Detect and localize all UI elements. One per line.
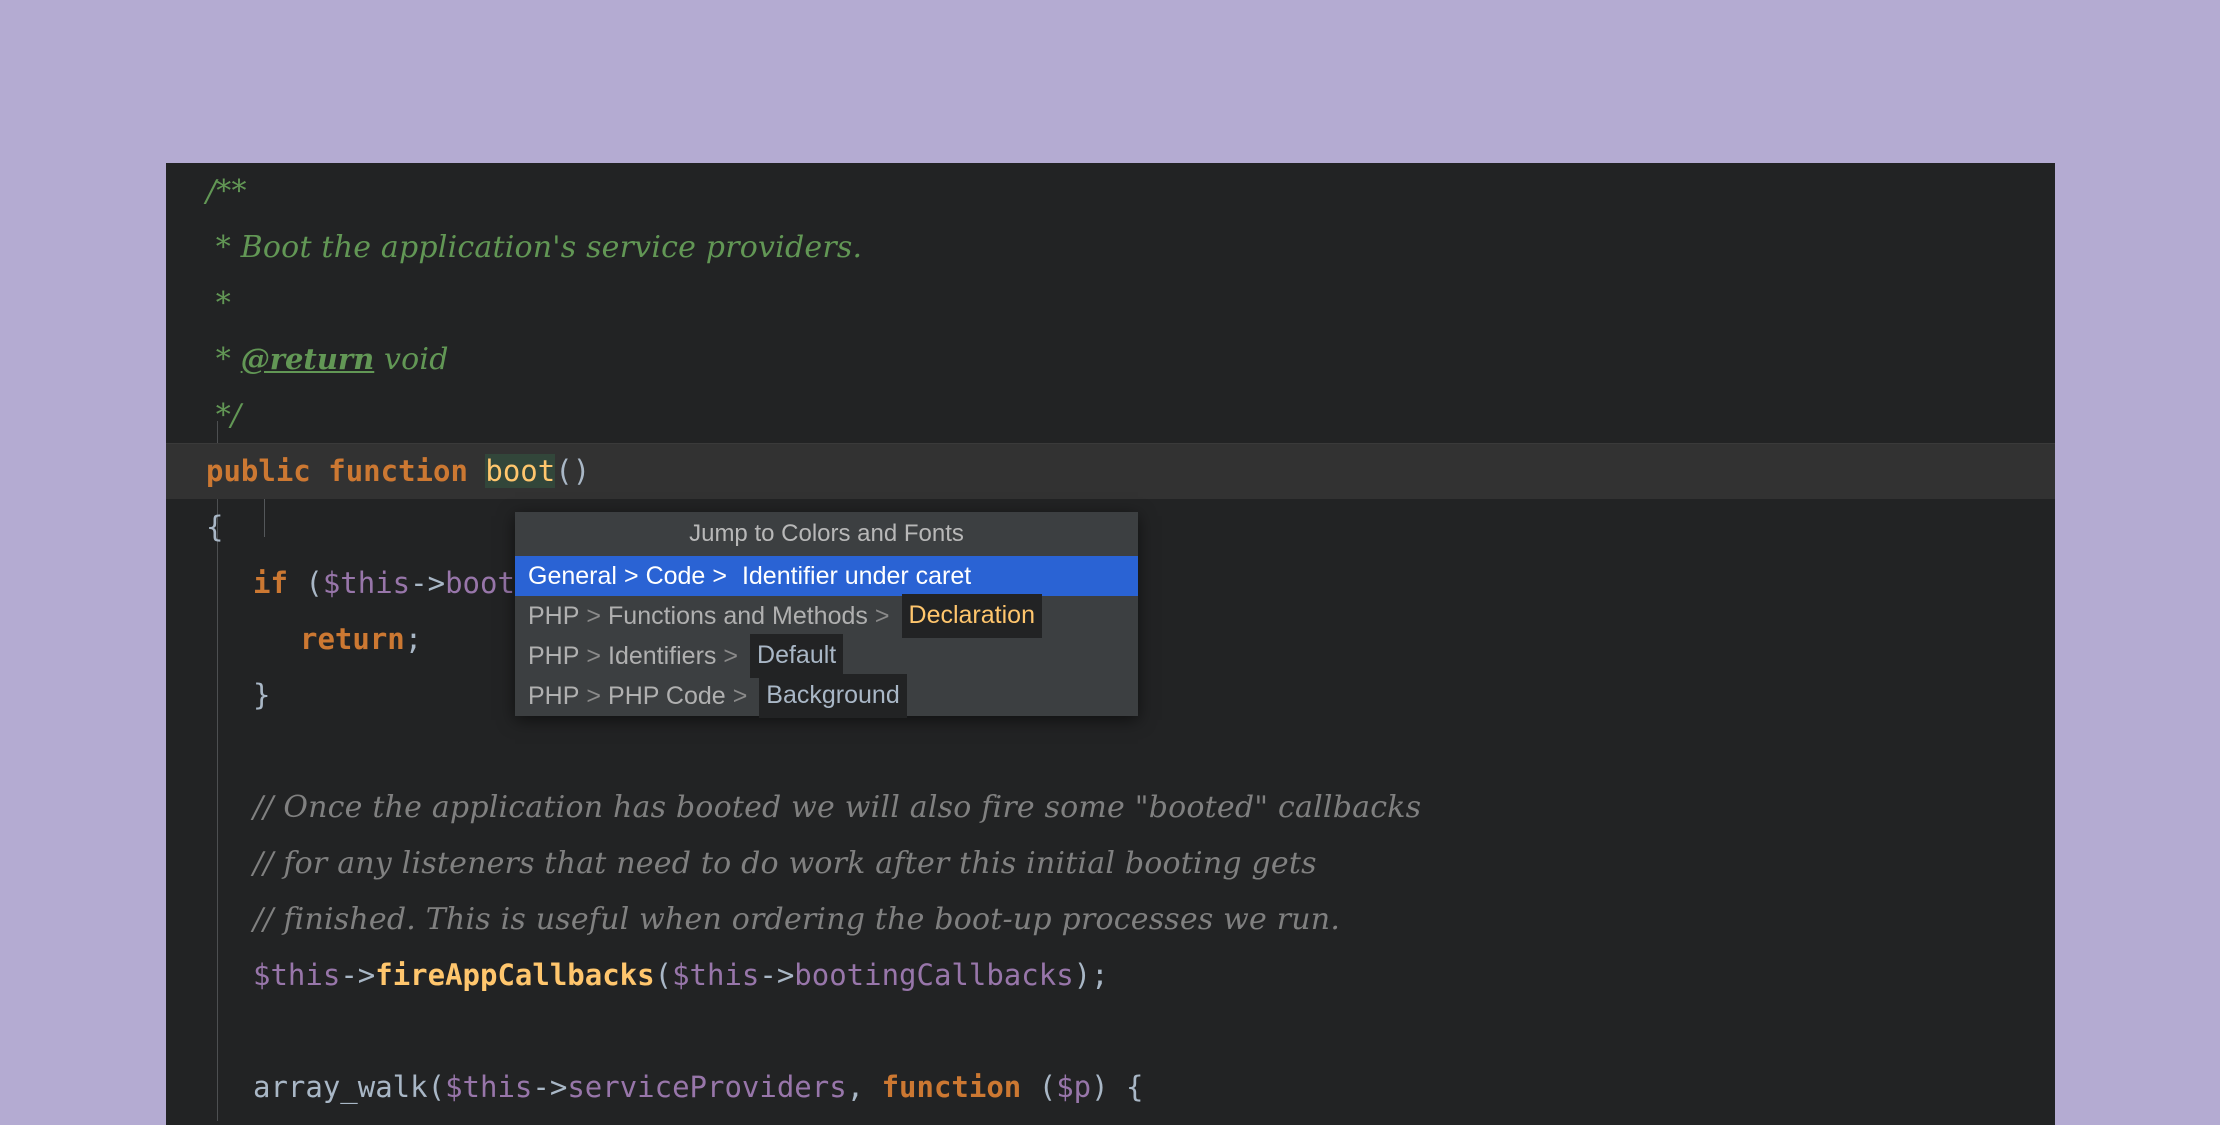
line-comment: // Once the application has booted we wi… [253,790,1422,825]
popup-path-segment: PHP [528,642,580,670]
docblock-text: * [206,286,231,321]
code-token: serviceProviders [567,1070,847,1104]
code-line[interactable]: public function boot() [166,443,2055,499]
code-token: ( [654,958,673,992]
popup-item-leaf-label: Background [759,674,907,718]
code-line[interactable]: array_walk($this->serviceProviders, func… [166,1059,2055,1115]
code-token: ; [404,622,423,656]
code-token: function [328,454,468,488]
popup-path-segment: PHP [528,602,580,630]
popup-path-segment: Functions and Methods [608,602,868,630]
popup-item-leaf-label: Declaration [901,594,1042,638]
code-token: { [206,510,224,544]
chevron-right-icon: > [586,602,602,630]
popup-item-default[interactable]: PHP > Identifiers > Default [515,634,1138,678]
code-token: -> [532,1070,568,1104]
popup-path-segment: PHP [528,682,580,710]
chevron-right-icon: > [712,562,727,590]
code-token: $p [1056,1070,1092,1104]
code-token: fireAppCallbacks [375,958,655,992]
line-comment: // for any listeners that need to do wor… [253,846,1317,881]
code-line[interactable]: */ [166,387,2055,443]
code-token: -> [340,958,376,992]
code-token: $this [322,566,411,600]
code-line[interactable] [166,1003,2055,1059]
chevron-right-icon: > [723,642,739,670]
code-line[interactable]: * [166,275,2055,331]
popup-item-leaf-label: Default [750,634,844,678]
code-token: $this [445,1070,533,1104]
code-token: ) { [1091,1070,1144,1104]
code-line[interactable]: /** [166,163,2055,219]
code-token: -> [410,566,446,600]
code-token: $this [253,958,341,992]
code-token: -> [759,958,795,992]
docblock-text: void [374,342,449,377]
popup-path-segment: PHP Code [608,682,726,710]
docblock-text: /** [206,174,247,209]
line-comment: // finished. This is useful when orderin… [253,902,1341,937]
docblock-text: * Boot the application's service provide… [206,230,863,265]
docblock-tag[interactable]: @return [241,342,375,376]
code-line[interactable]: // for any listeners that need to do wor… [166,835,2055,891]
docblock-text: */ [206,398,242,433]
code-line[interactable] [166,723,2055,779]
code-token: $this [672,958,760,992]
identifier-under-caret: boot [485,454,556,488]
code-token: ( [1021,1070,1057,1104]
popup-path-segment: General [528,562,617,590]
popup-item-list[interactable]: General > Code > Identifier under caret PHP > F… [515,556,1138,718]
code-token: return [300,622,405,656]
popup-item-leaf-label: Identifier under caret [741,562,972,590]
code-token: ); [1073,958,1109,992]
chevron-right-icon: > [586,642,602,670]
code-token: function [881,1070,1022,1104]
chevron-right-icon: > [732,682,748,710]
chevron-right-icon: > [623,562,639,590]
jump-to-colors-and-fonts-popup[interactable]: Jump to Colors and Fonts General > Code > Id… [515,512,1138,718]
code-token: array_walk [253,1070,428,1104]
code-line[interactable]: * Boot the application's service provide… [166,219,2055,275]
chevron-right-icon: > [586,682,602,710]
code-token: if [253,566,288,600]
popup-title: Jump to Colors and Fonts [515,512,1138,556]
code-token: ( [427,1070,446,1104]
code-token: public [206,454,311,488]
code-line[interactable]: $this->fireAppCallbacks($this->bootingCa… [166,947,2055,1003]
popup-path-segment: Identifiers [608,642,717,670]
code-line[interactable]: * @return void [166,331,2055,387]
code-token: } [253,678,271,712]
docblock-text: * [206,342,241,377]
popup-item-background[interactable]: PHP > PHP Code > Background [515,674,1138,718]
code-line[interactable]: // Once the application has booted we wi… [166,779,2055,835]
popup-item-declaration[interactable]: PHP > Functions and Methods > Declaration [515,594,1138,638]
popup-item-identifier-under-caret[interactable]: General > Code > Identifier under caret [515,556,1138,596]
code-token: () [555,454,591,488]
popup-path-segment: Code [645,562,706,590]
code-token: , [846,1070,882,1104]
chevron-right-icon: > [874,602,890,630]
code-line[interactable]: // finished. This is useful when orderin… [166,891,2055,947]
code-token: bootingCallbacks [794,958,1074,992]
code-token: ( [287,566,323,600]
